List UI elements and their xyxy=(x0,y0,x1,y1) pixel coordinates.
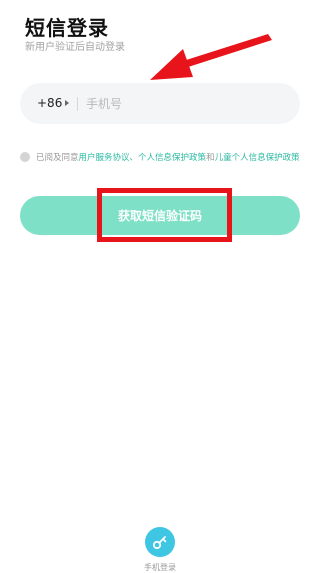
country-code[interactable]: +86 xyxy=(37,96,62,110)
page-subtitle: 新用户验证后自动登录 xyxy=(25,42,125,53)
annotation-highlight-box xyxy=(97,188,232,242)
link-children-privacy-policy[interactable]: 儿童个人信息保护政策 xyxy=(215,153,300,163)
agreement-text: 已阅及同意用户服务协议、个人信息保护政策和儿童个人信息保护政策 xyxy=(36,149,302,167)
phone-login-label: 手机登录 xyxy=(144,563,176,572)
agreement-separator: 、 xyxy=(129,153,139,163)
phone-login-button[interactable] xyxy=(145,527,175,557)
agreement-and: 和 xyxy=(206,153,215,163)
agreement-prefix: 已阅及同意 xyxy=(36,153,79,163)
caret-right-icon[interactable] xyxy=(65,100,69,106)
phone-number-input[interactable] xyxy=(86,93,286,115)
link-user-service-agreement[interactable]: 用户服务协议 xyxy=(79,153,130,163)
phone-input-row[interactable]: +86 xyxy=(20,83,300,124)
divider xyxy=(77,97,78,111)
agreement-checkbox[interactable] xyxy=(20,152,30,162)
link-privacy-policy[interactable]: 个人信息保护政策 xyxy=(138,153,206,163)
key-icon xyxy=(152,536,167,550)
page-title: 短信登录 xyxy=(25,16,109,40)
